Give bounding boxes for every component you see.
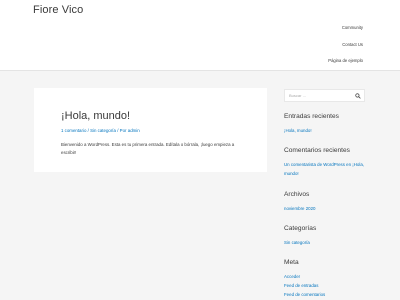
widget-title-meta: Meta <box>284 259 299 266</box>
post-content-line: escribir! <box>61 150 77 155</box>
search-icon[interactable] <box>355 93 361 99</box>
comment-author-link[interactable]: Un comentarista de WordPress <box>284 162 345 167</box>
meta-separator: / <box>117 128 119 133</box>
author-prefix: Por <box>119 128 127 133</box>
widget-title-archives: Archivos <box>284 191 310 198</box>
post-meta: 1 comentario / Sin categoría / Por admin <box>61 128 140 133</box>
post-content: Bienvenido a WordPress. Esta es tu prime… <box>61 141 241 157</box>
comment-post-link[interactable]: mundo! <box>284 171 299 176</box>
nav-item-contact-us[interactable]: Contact Us <box>342 42 363 47</box>
widget-title-categories: Categorías <box>284 225 317 232</box>
nav-item-sample-page[interactable]: Página de ejemplo <box>328 58 363 63</box>
category-link[interactable]: Sin categoría <box>284 240 310 245</box>
post-content-line: Bienvenido a WordPress. Esta es tu prime… <box>61 142 235 147</box>
recent-comment-item: Un comentarista de WordPress en ¡Hola, <box>284 162 364 167</box>
comment-post-link[interactable]: ¡Hola, <box>352 162 364 167</box>
comment-on-label: en <box>346 162 352 167</box>
widget-title-recent-posts: Entradas recientes <box>284 113 339 120</box>
meta-posts-feed-link[interactable]: Feed de entradas <box>284 283 318 288</box>
post-article: ¡Hola, mundo! 1 comentario / Sin categor… <box>34 88 267 172</box>
post-comments-link[interactable]: 1 comentario <box>61 128 86 133</box>
page: Fiore Vico Community Contact Us Página d… <box>0 0 400 300</box>
post-title[interactable]: ¡Hola, mundo! <box>61 110 130 122</box>
nav-item-community[interactable]: Community <box>342 25 363 30</box>
search-form <box>284 89 365 102</box>
widget-title-recent-comments: Comentarios recientes <box>284 147 350 154</box>
meta-login-link[interactable]: Acceder <box>284 274 300 279</box>
meta-comments-feed-link[interactable]: Feed de comentarios <box>284 292 325 297</box>
post-category-link[interactable]: Sin categoría <box>90 128 116 133</box>
archive-link[interactable]: noviembre 2020 <box>284 206 316 211</box>
post-author-link[interactable]: admin <box>128 128 140 133</box>
recent-post-link[interactable]: ¡Hola, mundo! <box>284 128 312 133</box>
meta-separator: / <box>87 128 89 133</box>
search-input[interactable] <box>287 91 353 100</box>
site-title[interactable]: Fiore Vico <box>33 4 83 16</box>
site-header: Fiore Vico Community Contact Us Página d… <box>0 0 400 71</box>
